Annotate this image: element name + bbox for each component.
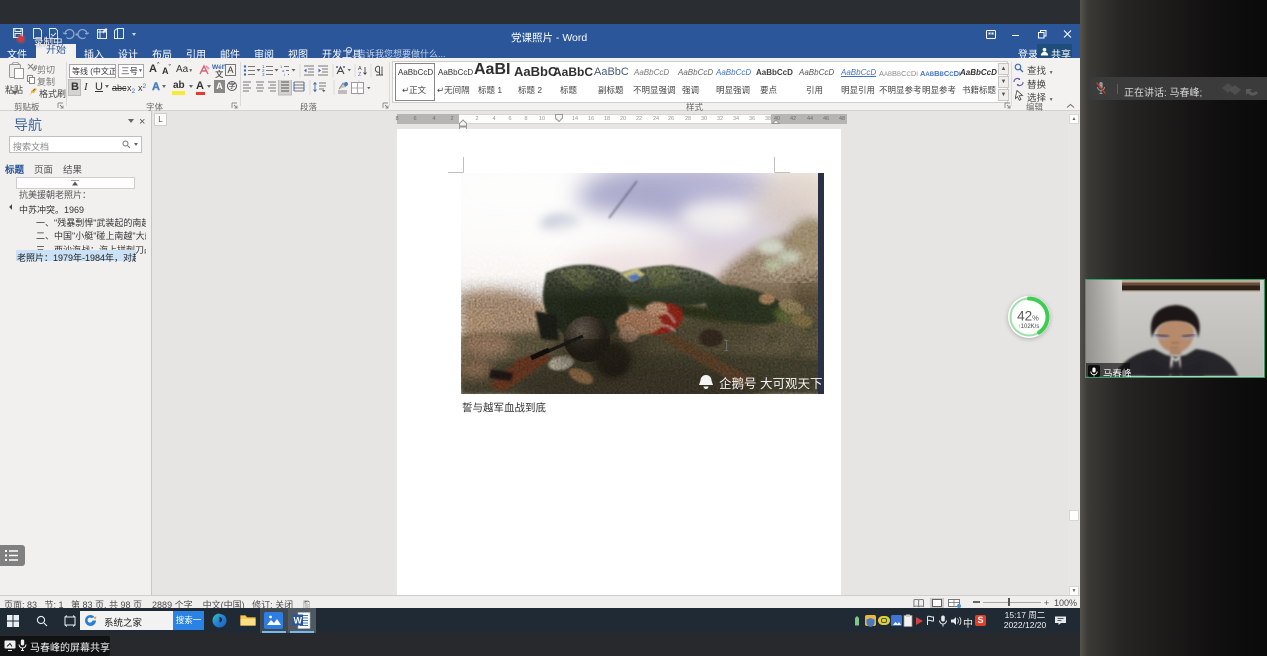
svg-text:W: W bbox=[294, 616, 303, 626]
svg-text:Z: Z bbox=[358, 72, 362, 77]
svg-text:企鹅号 大可观天下: 企鹅号 大可观天下 bbox=[719, 376, 822, 391]
svg-text:↑102K/s: ↑102K/s bbox=[1018, 324, 1040, 330]
svg-text:i: i bbox=[284, 72, 285, 77]
svg-text:3: 3 bbox=[262, 72, 265, 77]
